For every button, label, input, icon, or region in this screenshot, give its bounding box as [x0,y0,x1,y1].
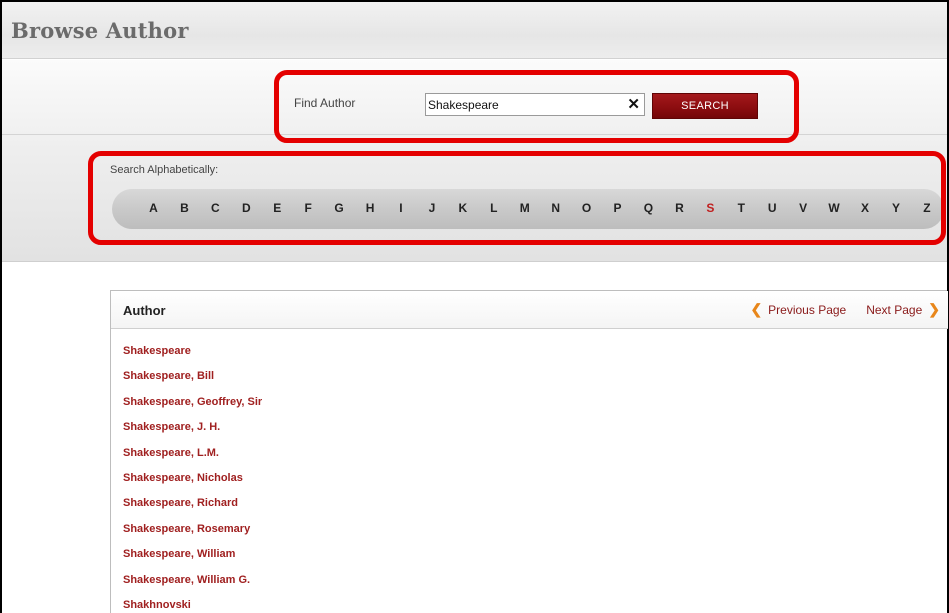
author-link[interactable]: Shakespeare, L.M. [123,447,262,472]
author-link[interactable]: Shakespeare, William G. [123,574,262,599]
author-link[interactable]: Shakespeare, William [123,548,262,573]
next-page-label: Next Page [866,302,923,317]
page-title: Browse Author [11,18,189,43]
author-link[interactable]: Shakespeare, Rosemary [123,523,262,548]
author-results-header: Author ❮ Previous Page Next Page ❯ [111,291,948,329]
alphabet-highlight [88,151,946,245]
page-header: Browse Author [2,2,947,59]
author-link[interactable]: Shakespeare, Bill [123,370,262,395]
author-link[interactable]: Shakespeare [123,345,262,370]
author-link[interactable]: Shakespeare, J. H. [123,421,262,446]
author-link[interactable]: Shakespeare, Richard [123,497,262,522]
author-list: Shakespeare Shakespeare, Bill Shakespeare,… [123,345,262,613]
author-link[interactable]: Shakhnovski [123,599,262,613]
find-author-highlight [274,70,799,143]
author-results-panel: Author ❮ Previous Page Next Page ❯ Shake… [110,290,948,613]
pager: ❮ Previous Page Next Page ❯ [750,301,940,318]
chevron-left-icon: ❮ [750,301,763,317]
author-link[interactable]: Shakespeare, Geoffrey, Sir [123,396,262,421]
author-column-header: Author [123,303,166,318]
previous-page-label: Previous Page [768,302,847,317]
previous-page-link[interactable]: ❮ Previous Page [750,301,846,318]
author-link[interactable]: Shakespeare, Nicholas [123,472,262,497]
next-page-link[interactable]: Next Page ❯ [866,301,940,318]
chevron-right-icon: ❯ [928,301,940,317]
